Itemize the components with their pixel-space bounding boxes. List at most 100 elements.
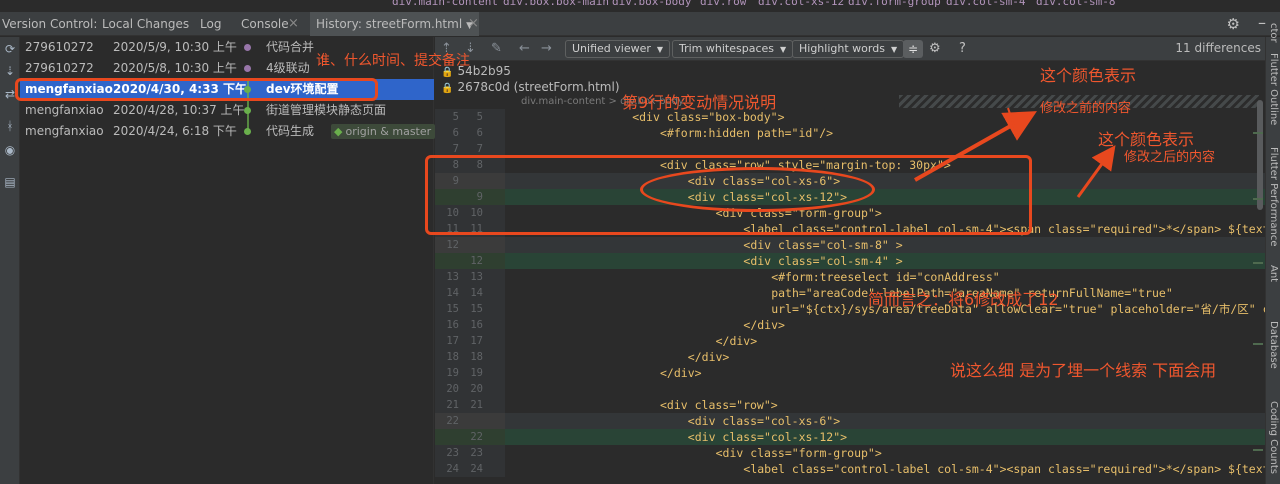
annotation-clue: 说这么细 是为了埋一个线索 下面会用 bbox=[950, 361, 1217, 380]
branch-icon[interactable]: ᚼ bbox=[3, 119, 17, 133]
crumb-3[interactable]: div.row bbox=[700, 0, 746, 8]
new-line-number: 12 bbox=[470, 255, 483, 267]
commit-message: 代码合并 bbox=[266, 40, 315, 54]
diff-line[interactable]: 23 23 <div class="form-group"> bbox=[435, 445, 1265, 461]
back-arrow-icon[interactable]: ← bbox=[519, 41, 530, 56]
tab-history-label: History: streetForm.html bbox=[316, 17, 463, 31]
diff-line-deleted[interactable]: 22 <div class="col-xs-6"> bbox=[435, 413, 1265, 429]
crumb-7[interactable]: div.col-sm-8 bbox=[1036, 0, 1115, 8]
edit-icon[interactable]: ✎ bbox=[491, 41, 502, 56]
revision-new: 🔒 2678c0d (streetForm.html) bbox=[441, 80, 620, 94]
old-line-number: 13 bbox=[446, 271, 459, 283]
collapse-unchanged-icon[interactable]: ≑ bbox=[903, 40, 923, 58]
commit-history-list: 279610272 2020/5/9, 10:30 上午 代码合并 279610… bbox=[20, 37, 436, 484]
highlight-select[interactable]: Highlight words ▼ bbox=[792, 40, 905, 58]
commit-row[interactable]: mengfanxiao 2020/4/24, 6:18 下午 代码生成 ◆ ori… bbox=[20, 121, 436, 142]
crumb-6[interactable]: div.col-sm-4 bbox=[946, 0, 1025, 8]
forward-arrow-icon[interactable]: → bbox=[541, 41, 552, 56]
change-marker[interactable] bbox=[1253, 343, 1263, 345]
tab-local-changes[interactable]: Local Changes bbox=[102, 12, 189, 36]
crumb-5[interactable]: div.form-group bbox=[848, 0, 941, 8]
new-line-number: 15 bbox=[470, 303, 483, 315]
code-text: <#form:treeselect id="conAddress" bbox=[771, 270, 1000, 284]
annotation-selected-commit-box bbox=[15, 78, 378, 101]
code-text: <label class="control-label col-sm-4"><s… bbox=[743, 462, 1265, 476]
diff-line[interactable]: 5 5 <div class="box-body"> bbox=[435, 109, 1265, 125]
whitespace-select[interactable]: Trim whitespaces ▼ bbox=[672, 40, 794, 58]
flutter-performance-tab[interactable]: Flutter Performance bbox=[1268, 147, 1279, 247]
new-line-number: 22 bbox=[470, 431, 483, 443]
database-tab[interactable]: Database bbox=[1268, 321, 1279, 369]
old-line-number: 12 bbox=[446, 239, 459, 251]
fetch-icon[interactable]: ⇣ bbox=[3, 64, 17, 78]
code-breadcrumb: div.main-content > div.box-body bbox=[435, 95, 1265, 108]
flutter-outline-tab[interactable]: Flutter Outline bbox=[1268, 53, 1279, 125]
commit-author: mengfanxiao bbox=[25, 124, 104, 138]
diff-line[interactable]: 14 14 path="areaCode" labelPath="areaName"… bbox=[435, 285, 1265, 301]
ant-tab[interactable]: Ant bbox=[1268, 265, 1279, 282]
new-line-number: 18 bbox=[470, 351, 483, 363]
old-line-number: 19 bbox=[446, 367, 459, 379]
old-line-number: 21 bbox=[446, 399, 459, 411]
help-icon[interactable]: ? bbox=[959, 41, 966, 56]
eye-icon[interactable]: ◉ bbox=[3, 143, 17, 157]
right-tool-strip: ctor Flutter Outline Flutter Performance… bbox=[1265, 23, 1280, 484]
change-marker[interactable] bbox=[1253, 198, 1263, 200]
new-line-number: 14 bbox=[470, 287, 483, 299]
diff-line-inserted[interactable]: 22 <div class="col-xs-12"> bbox=[435, 429, 1265, 445]
annotation-after-desc: 修改之后的内容 bbox=[1124, 150, 1216, 165]
diff-line[interactable]: 13 13 <#form:treeselect id="conAddress" bbox=[435, 269, 1265, 285]
old-line-number: 22 bbox=[446, 415, 459, 427]
refresh-icon[interactable]: ⟳ bbox=[3, 42, 17, 56]
diff-line[interactable]: 16 16 </div> bbox=[435, 317, 1265, 333]
old-line-number: 14 bbox=[446, 287, 459, 299]
version-control-tabbar: Version Control: Local Changes Log Conso… bbox=[0, 12, 1280, 36]
change-marker[interactable] bbox=[1253, 449, 1263, 451]
diff-line[interactable]: 17 17 </div> bbox=[435, 333, 1265, 349]
change-marker[interactable] bbox=[1253, 262, 1263, 264]
diff-line[interactable]: 24 24 <label class="control-label col-sm-4… bbox=[435, 461, 1265, 477]
code-text: <div class="col-sm-4" > bbox=[743, 254, 903, 268]
console-close-icon[interactable]: × bbox=[288, 12, 299, 36]
commit-date: 2020/4/28, 10:37 上午 bbox=[113, 103, 245, 117]
new-line-number: 19 bbox=[470, 367, 483, 379]
minimize-icon[interactable]: – bbox=[1258, 12, 1266, 34]
crumb-2[interactable]: div.box-body bbox=[612, 0, 691, 8]
revision-info: 🔒 54b2b95 🔒 2678c0d (streetForm.html) bbox=[435, 61, 1265, 95]
viewer-select[interactable]: Unified viewer ▼ bbox=[565, 40, 671, 58]
diff-line-inserted[interactable]: 12 <div class="col-sm-4" > bbox=[435, 253, 1265, 269]
gear-icon[interactable]: ⚙ bbox=[929, 41, 941, 56]
diff-line-deleted[interactable]: 12 <div class="col-sm-8" > bbox=[435, 237, 1265, 253]
crumb-0[interactable]: div.main-content bbox=[392, 0, 498, 8]
tab-history[interactable]: History: streetForm.html ▼ bbox=[310, 12, 480, 36]
code-text: <div class="row"> bbox=[660, 398, 778, 412]
commit-row[interactable]: mengfanxiao 2020/4/28, 10:37 上午 街道管理模块静态… bbox=[20, 100, 434, 121]
tab-console[interactable]: Console bbox=[241, 12, 289, 36]
old-line-number: 16 bbox=[446, 319, 459, 331]
annotation-before-title: 这个颜色表示 bbox=[1040, 66, 1137, 85]
commit-author: 279610272 bbox=[25, 61, 94, 75]
old-line-number: 18 bbox=[446, 351, 459, 363]
diff-line[interactable]: 20 20 bbox=[435, 381, 1265, 397]
graph-node bbox=[241, 58, 261, 79]
crumb-4[interactable]: div.col-xs-12 bbox=[758, 0, 844, 8]
history-close-icon[interactable]: × bbox=[468, 12, 479, 36]
coding-counts-tab[interactable]: Coding Counts bbox=[1268, 401, 1279, 474]
scrollbar-thumb[interactable] bbox=[1257, 100, 1263, 210]
new-line-number: 13 bbox=[470, 271, 483, 283]
annotation-line9: 第9行的变动情况说明 bbox=[622, 93, 777, 112]
commit-message: 街道管理模块静态页面 bbox=[266, 103, 387, 117]
diff-line[interactable]: 15 15 url="${ctx}/sys/area/treeData" allow… bbox=[435, 301, 1265, 317]
annotation-summary: 简而言之：将6修改成了12 bbox=[868, 290, 1059, 309]
version-control-label: Version Control: bbox=[2, 17, 98, 31]
crumb-1[interactable]: div.box.box-main bbox=[503, 0, 609, 8]
tab-log[interactable]: Log bbox=[200, 12, 221, 36]
layout-icon[interactable]: ▤ bbox=[3, 175, 17, 189]
old-line-number: 17 bbox=[446, 335, 459, 347]
change-marker[interactable] bbox=[1253, 132, 1263, 134]
gear-icon[interactable]: ⚙ bbox=[1227, 12, 1240, 36]
old-line-number: 6 bbox=[452, 127, 459, 139]
tool-label[interactable]: ctor bbox=[1268, 23, 1279, 43]
diff-line[interactable]: 21 21 <div class="row"> bbox=[435, 397, 1265, 413]
commit-date: 2020/5/9, 10:30 上午 bbox=[113, 40, 237, 54]
